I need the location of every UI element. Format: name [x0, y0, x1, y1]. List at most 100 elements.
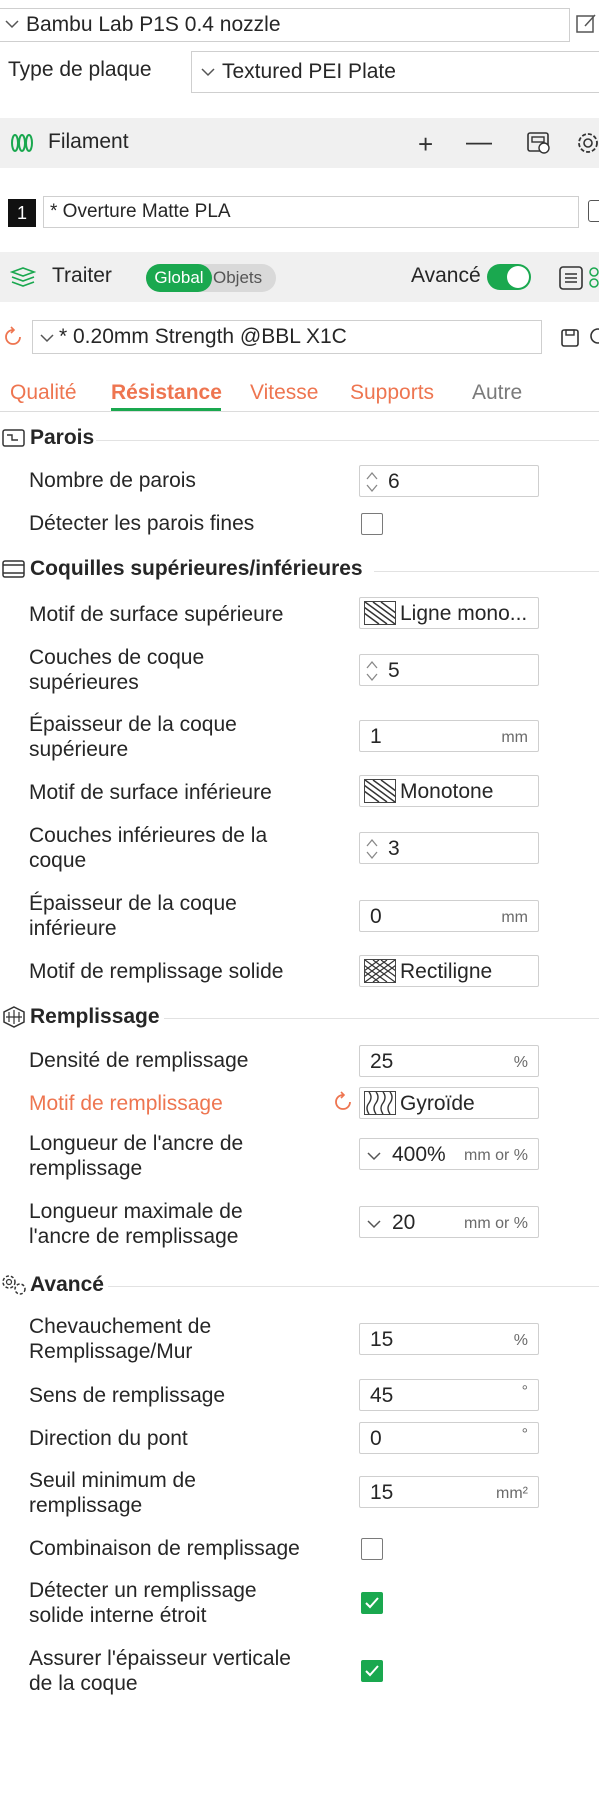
edit-icon[interactable] [575, 12, 599, 42]
solid-infill-pattern-label: Motif de remplissage solide [29, 960, 284, 983]
top-pattern-select[interactable]: Ligne mono... [348, 597, 539, 629]
tab-strength[interactable]: Résistance [111, 381, 222, 405]
gyroid-pattern-icon [364, 1091, 396, 1115]
walls-section-title: Parois [30, 426, 95, 449]
unit-label: % [513, 1332, 528, 1349]
toggle-objects[interactable]: Objets [213, 268, 262, 288]
walls-icon [2, 427, 26, 455]
layers-icon [9, 266, 37, 294]
filament-slot-badge: 1 [8, 199, 36, 227]
top-layers-value: 5 [388, 659, 400, 682]
plate-type-select[interactable]: Textured PEI Plate [191, 51, 599, 93]
top-pattern-value: Ligne mono... [400, 602, 528, 625]
plate-type-value: Textured PEI Plate [222, 60, 396, 83]
section-divider [96, 440, 599, 441]
combine-infill-checkbox[interactable] [361, 1538, 383, 1560]
detect-thin-walls-checkbox[interactable] [361, 513, 383, 535]
save-icon[interactable] [560, 328, 580, 354]
objects-grid-icon[interactable] [588, 266, 599, 296]
bottom-pattern-label: Motif de surface inférieure [29, 781, 272, 804]
ensure-vertical-shell-checkbox[interactable] [361, 1660, 383, 1682]
switch-knob [507, 266, 529, 288]
toggle-global[interactable]: Global [146, 264, 212, 292]
advanced-switch[interactable] [487, 264, 531, 290]
unit-label: % [513, 1054, 528, 1071]
unit-label: mm or % [464, 1147, 528, 1164]
reset-icon[interactable] [2, 326, 24, 354]
sync-filament-icon[interactable] [526, 130, 552, 162]
list-icon[interactable] [558, 265, 584, 297]
top-pattern-label: Motif de surface supérieure [29, 603, 284, 626]
infill-direction-input[interactable]: 45 ° [359, 1379, 539, 1411]
bottom-pattern-select[interactable]: Monotone [348, 775, 539, 807]
plate-type-label: Type de plaque [8, 58, 152, 81]
detect-narrow-solid-infill-label: Détecter un remplissage solide interne é… [29, 1579, 257, 1627]
filament-select[interactable]: * Overture Matte PLA [43, 196, 579, 228]
wall-count-stepper[interactable]: 6 [359, 465, 539, 497]
add-icon[interactable]: + [418, 129, 433, 160]
printer-name: Bambu Lab P1S 0.4 nozzle [26, 13, 281, 36]
filament-name: * Overture Matte PLA [50, 201, 231, 222]
gear-icon[interactable] [575, 130, 599, 162]
tab-quality[interactable]: Qualité [10, 381, 77, 405]
min-infill-threshold-input[interactable]: 15 mm² [359, 1476, 539, 1508]
bottom-pattern-value: Monotone [400, 780, 494, 803]
global-objects-toggle[interactable]: Global Objets [146, 264, 276, 292]
remove-icon[interactable]: — [466, 126, 492, 157]
unit-label: mm [501, 729, 528, 746]
chevron-down-icon [39, 329, 55, 352]
monotonic-line-pattern-icon [348, 601, 412, 625]
detect-narrow-solid-infill-checkbox[interactable] [361, 1592, 383, 1614]
anchor-length-select[interactable]: 400% mm or % [359, 1138, 539, 1170]
stepper-icon[interactable] [364, 658, 380, 690]
process-preset-select[interactable]: * 0.20mm Strength @BBL X1C [32, 320, 542, 354]
printer-select[interactable]: Bambu Lab P1S 0.4 nozzle [0, 8, 570, 42]
advanced-section-title: Avancé [30, 1273, 104, 1296]
filament-edit-icon[interactable] [588, 200, 599, 222]
infill-section-title: Remplissage [30, 1005, 160, 1028]
infill-density-input[interactable]: 25 % [359, 1045, 539, 1077]
solid-infill-pattern-select[interactable]: Rectiligne [348, 955, 539, 987]
unit-label: mm [501, 909, 528, 926]
stepper-icon[interactable] [364, 836, 380, 868]
chevron-down-icon [366, 1215, 382, 1238]
reset-icon[interactable] [332, 1091, 354, 1119]
anchor-max-value: 20 [392, 1211, 416, 1234]
tab-other[interactable]: Autre [472, 381, 522, 405]
overlap-label: Chevauchement de Remplissage/Mur [29, 1315, 212, 1363]
top-thickness-value: 1 [370, 725, 382, 748]
infill-direction-label: Sens de remplissage [29, 1384, 226, 1407]
stepper-icon[interactable] [364, 469, 380, 501]
infill-pattern-select[interactable]: Gyroïde [359, 1087, 539, 1119]
bottom-thickness-input[interactable]: 0 mm [359, 900, 539, 932]
overlap-input[interactable]: 15 % [359, 1323, 539, 1355]
filament-icon [10, 131, 34, 161]
anchor-max-select[interactable]: 20 mm or % [359, 1206, 539, 1238]
section-divider [374, 571, 599, 572]
process-title: Traiter [52, 264, 112, 287]
bridge-direction-label: Direction du pont [29, 1427, 188, 1450]
min-infill-threshold-value: 15 [370, 1481, 394, 1504]
bottom-thickness-label: Épaisseur de la coque inférieure [29, 892, 237, 940]
advanced-label: Avancé [411, 264, 481, 287]
infill-direction-value: 45 [370, 1384, 394, 1407]
overlap-value: 15 [370, 1328, 394, 1351]
bottom-layers-stepper[interactable]: 3 [359, 832, 539, 864]
tab-supports[interactable]: Supports [350, 381, 434, 405]
chevron-down-icon [200, 63, 216, 86]
top-layers-stepper[interactable]: 5 [359, 654, 539, 686]
search-icon[interactable] [588, 326, 599, 354]
section-divider [108, 1286, 599, 1287]
filament-header: Filament + — [0, 118, 599, 168]
unit-label: ° [521, 1383, 528, 1400]
infill-pattern-value: Gyroïde [400, 1092, 475, 1115]
section-divider [164, 1018, 599, 1019]
detect-thin-walls-label: Détecter les parois fines [29, 512, 255, 535]
tab-speed[interactable]: Vitesse [250, 381, 319, 405]
shells-icon [2, 558, 26, 586]
bridge-direction-input[interactable]: 0 ° [359, 1422, 539, 1454]
top-thickness-input[interactable]: 1 mm [359, 720, 539, 752]
tabs-divider [0, 411, 599, 412]
unit-label: ° [521, 1426, 528, 1443]
infill-icon [2, 1006, 26, 1034]
